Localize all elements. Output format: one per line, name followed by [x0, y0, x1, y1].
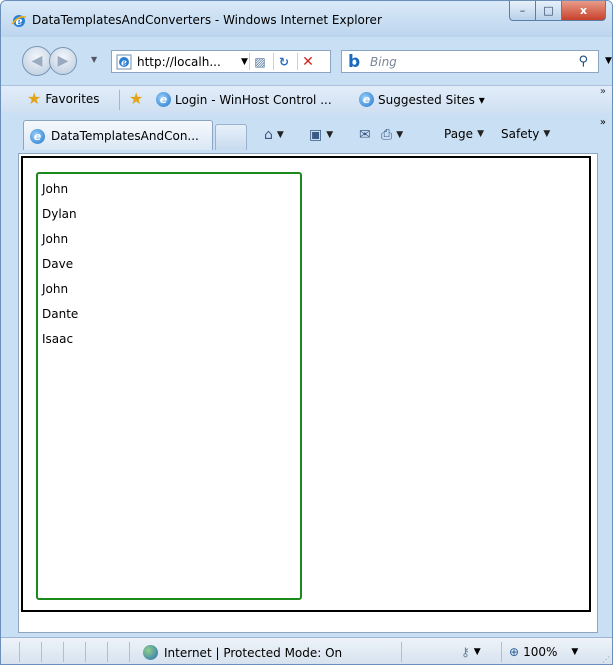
divider	[501, 642, 502, 662]
divider	[107, 642, 108, 662]
printer-icon: ⎙	[381, 127, 393, 143]
window-controls: – □ x	[509, 1, 606, 22]
ie-page-icon: e	[30, 129, 45, 144]
favorite-link-login[interactable]: e Login - WinHost Control ...	[156, 92, 332, 107]
favorites-button[interactable]: ★ Favorites	[27, 89, 100, 108]
favorites-bar: ★ Favorites ★ e Login - WinHost Control …	[1, 85, 612, 113]
ie-page-icon: e	[156, 92, 171, 107]
silverlight-app-frame: John Dylan John Dave John Dante Isaac	[21, 156, 591, 612]
status-bar: Internet | Protected Mode: On ⚷ ▼ ⊕ 100% …	[1, 637, 612, 664]
stop-icon[interactable]: ✕	[299, 53, 317, 71]
print-button[interactable]: ⎙ ▼	[381, 127, 403, 143]
tab-datatemplates[interactable]: e DataTemplatesAndCon...	[23, 120, 213, 150]
resize-grip-icon[interactable]: ⋰	[602, 655, 610, 664]
address-bar[interactable]: e http://localh... ▼ ▨ ↻ ✕	[111, 50, 331, 73]
protected-mode-button[interactable]: ⚷ ▼	[461, 645, 481, 659]
page-favicon-icon: e	[116, 54, 132, 70]
compatibility-view-icon[interactable]: ▨	[251, 53, 269, 71]
divider	[273, 53, 274, 70]
safety-menu-label: Safety	[501, 127, 540, 141]
divider	[19, 642, 20, 662]
chevron-down-icon: ▼	[276, 130, 284, 140]
add-favorite-star-icon: ★	[129, 89, 144, 108]
ie-logo-icon: e	[11, 15, 27, 28]
back-button[interactable]: ◀	[22, 46, 52, 76]
recent-pages-dropdown-icon[interactable]: ▼	[91, 55, 97, 64]
safety-menu-button[interactable]: Safety ▼	[501, 127, 550, 141]
ie-page-icon: e	[359, 92, 374, 107]
zoom-magnifier-icon: ⊕	[509, 645, 520, 659]
divider	[401, 642, 402, 662]
close-button[interactable]: x	[562, 1, 606, 21]
search-box[interactable]: b Bing ⚲	[341, 50, 599, 73]
security-zone-label: Internet | Protected Mode: On	[164, 645, 343, 660]
divider	[85, 642, 86, 662]
divider	[63, 642, 64, 662]
security-zone-indicator[interactable]: Internet | Protected Mode: On	[143, 645, 342, 660]
bing-logo-icon: b	[348, 52, 361, 72]
forward-button[interactable]: ▶	[49, 47, 77, 75]
chevron-down-icon: ▼	[571, 647, 579, 657]
refresh-icon[interactable]: ↻	[275, 53, 293, 71]
page-menu-label: Page	[444, 127, 474, 141]
new-tab-button[interactable]	[215, 124, 247, 150]
search-input[interactable]: Bing	[370, 55, 397, 69]
zoom-button[interactable]: ⊕ 100% ▼	[509, 645, 578, 659]
browser-window: e DataTemplatesAndConverters - Windows I…	[0, 0, 613, 665]
mail-icon: ✉	[359, 127, 371, 143]
zoom-level: 100%	[523, 645, 558, 659]
title-bar[interactable]: e DataTemplatesAndConverters - Windows I…	[1, 1, 612, 37]
chevron-down-icon: ▼	[473, 647, 481, 657]
back-arrow-icon: ◀	[31, 53, 43, 69]
names-listbox[interactable]: John Dylan John Dave John Dante Isaac	[36, 172, 302, 600]
read-mail-button[interactable]: ✉	[359, 127, 371, 143]
favorites-label: Favorites	[45, 92, 100, 106]
chevron-down-icon: ▼	[477, 129, 484, 139]
address-url[interactable]: http://localh...	[137, 55, 221, 69]
list-item[interactable]: Dave	[42, 257, 73, 271]
search-icon[interactable]: ⚲	[578, 54, 588, 69]
page-menu-button[interactable]: Page ▼	[444, 127, 484, 141]
lock-icon: ⚷	[461, 645, 470, 659]
star-icon: ★	[27, 89, 42, 108]
favorites-more-chevron-icon[interactable]: »	[600, 86, 606, 97]
svg-text:e: e	[121, 59, 127, 69]
favorite-link-label: Login - WinHost Control ...	[175, 92, 332, 107]
tab-bar: e DataTemplatesAndCon... ⌂ ▼ ▣ ▼ ✉ ⎙ ▼ Page…	[1, 115, 612, 151]
commands-more-chevron-icon[interactable]: »	[600, 117, 606, 128]
address-dropdown-icon[interactable]: ▼	[241, 57, 248, 67]
list-item[interactable]: John	[42, 182, 68, 196]
minimize-button[interactable]: –	[509, 1, 536, 21]
list-item[interactable]: John	[42, 282, 68, 296]
globe-icon	[143, 645, 158, 660]
forward-arrow-icon: ▶	[57, 53, 69, 69]
navigation-bar: ◀ ▶ ▼ e http://localh... ▼ ▨ ↻ ✕ b Bing …	[1, 41, 612, 81]
feeds-button[interactable]: ▣ ▼	[309, 127, 333, 143]
divider	[41, 642, 42, 662]
divider	[297, 53, 298, 70]
chevron-down-icon: ▼	[396, 130, 404, 140]
url-host: localh...	[173, 55, 221, 69]
list-item[interactable]: Isaac	[42, 332, 73, 346]
home-icon: ⌂	[264, 127, 273, 143]
rss-feed-icon: ▣	[309, 127, 323, 143]
search-options-dropdown-icon[interactable]: ▼	[605, 56, 612, 66]
home-button[interactable]: ⌂ ▼	[264, 127, 284, 143]
list-item[interactable]: Dylan	[42, 207, 77, 221]
chevron-down-icon: ▼	[326, 130, 334, 140]
maximize-button[interactable]: □	[536, 1, 562, 21]
url-scheme: http://	[137, 55, 174, 69]
favorite-link-suggested-sites[interactable]: e Suggested Sites ▾	[359, 92, 485, 107]
divider	[119, 90, 120, 110]
window-title: DataTemplatesAndConverters - Windows Int…	[32, 13, 382, 27]
divider	[249, 53, 250, 70]
divider	[129, 642, 130, 662]
favorite-link-label: Suggested Sites ▾	[378, 92, 485, 107]
list-item[interactable]: John	[42, 232, 68, 246]
list-item[interactable]: Dante	[42, 307, 78, 321]
chevron-down-icon: ▼	[543, 129, 551, 139]
page-content: John Dylan John Dave John Dante Isaac	[18, 153, 598, 633]
tab-label: DataTemplatesAndCon...	[51, 129, 199, 143]
add-to-favorites-bar-button[interactable]: ★	[129, 89, 144, 108]
